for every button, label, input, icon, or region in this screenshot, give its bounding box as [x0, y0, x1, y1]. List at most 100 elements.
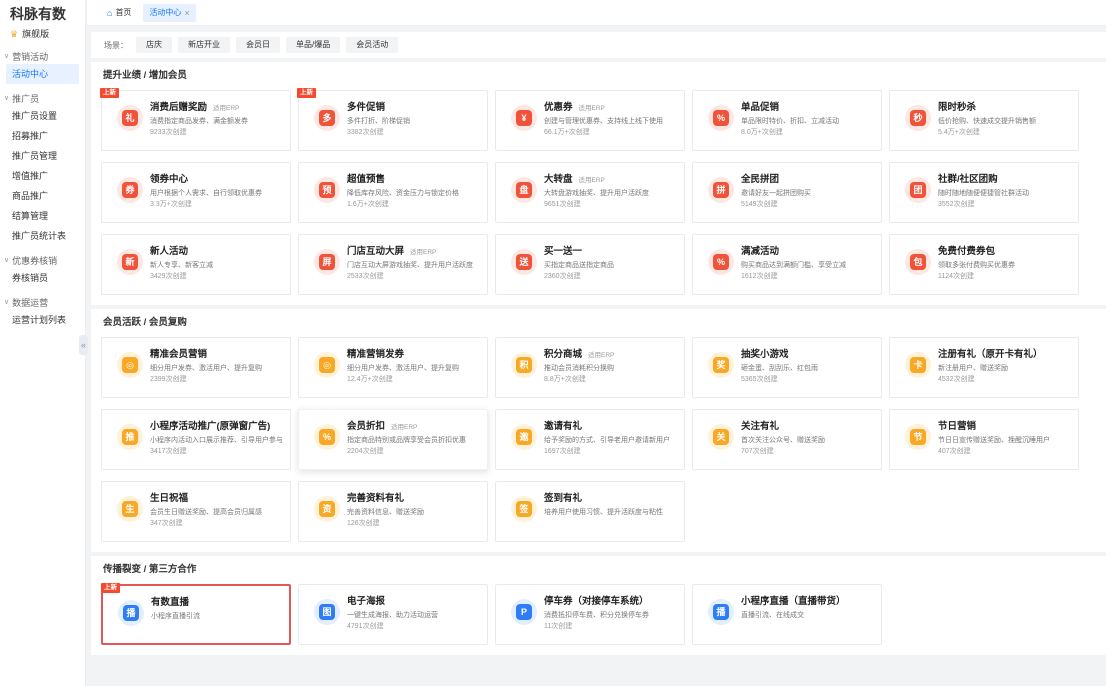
card-count: 5.4万+次创建	[938, 129, 980, 136]
activity-card[interactable]: 屏门店互动大屏 适用ERP 门店互动大屏游戏抽奖、提升用户活跃度 2533次创建	[298, 234, 488, 295]
scene-chip[interactable]: 单品/爆品	[286, 37, 341, 53]
chevron-down-icon: ∨	[4, 257, 10, 264]
activity-card[interactable]: 团社群/社区团购 随时随地随便便捷管社群活动 3552次创建	[889, 162, 1079, 223]
card-description: 消费抵扣停车费、积分兑换停车券	[544, 612, 649, 619]
activity-card[interactable]: 生生日祝福 会员生日赠送奖励、提高会员归属感 347次创建	[101, 481, 291, 542]
card-title: 门店互动大屏	[347, 246, 405, 257]
activity-card[interactable]: 盘大转盘 适用ERP 大转盘游戏抽奖、提升用户活跃度 9651次创建	[495, 162, 685, 223]
sidebar-item[interactable]: 券核销员	[0, 268, 85, 288]
activity-card[interactable]: ◎ 精准会员营销 细分用户发券、激活用户、提升复购 2399次创建	[101, 337, 291, 398]
card-description: 推动会员消耗积分换购	[544, 365, 614, 372]
activity-card[interactable]: 拼全民拼团 邀请好友一起拼团购买 5149次创建	[692, 162, 882, 223]
tab-home[interactable]: ⌂ 首页	[101, 4, 137, 22]
activity-card[interactable]: P 停车券（对接停车系统） 消费抵扣停车费、积分兑换停车券 11次创建	[495, 584, 685, 645]
wheel-icon: 盘	[511, 177, 537, 203]
activity-card[interactable]: 送买一送一 买指定商品送指定商品 2360次创建	[495, 234, 685, 295]
card-count: 9233次创建	[150, 129, 187, 136]
card-description: 新注册用户、赠送奖励	[938, 365, 1008, 372]
activity-card[interactable]: 包免费付费券包 领取多张付费购买优惠券 1124次创建	[889, 234, 1079, 295]
card-title: 单品促销	[741, 102, 780, 113]
activity-card[interactable]: 关关注有礼 首次关注公众号、赠送奖励 707次创建	[692, 409, 882, 470]
activity-card[interactable]: 图电子海报 一键生成海报、助力活动运营 4791次创建	[298, 584, 488, 645]
activity-card[interactable]: 资完善资料有礼 完善资料信息、赠送奖励 126次创建	[298, 481, 488, 542]
percent-icon: %	[708, 105, 734, 131]
tab-bar: ⌂ 首页 活动中心 ×	[87, 0, 1106, 26]
card-title: 多件促销	[347, 102, 386, 113]
card-title: 节日营销	[938, 421, 977, 432]
activity-card[interactable]: 券领券中心 用户根据个人需求、自行领取优惠券 3.3万+次创建	[101, 162, 291, 223]
card-count: 2360次创建	[544, 273, 581, 280]
scene-chip[interactable]: 会员活动	[346, 37, 399, 53]
scene-chip[interactable]: 新店开业	[178, 37, 230, 53]
activity-card[interactable]: 奖抽奖小游戏 砸金蛋、刮刮乐、红包雨 5365次创建	[692, 337, 882, 398]
activity-card[interactable]: ◎ 精准营销发券 细分用户发券、激活用户、提升复购 12.4万+次创建	[298, 337, 488, 398]
new-badge: 上新	[297, 88, 316, 98]
activity-card[interactable]: 新新人活动 新人专享、新客立减 3429次创建	[101, 234, 291, 295]
card-count: 8.8万+次创建	[544, 376, 586, 383]
activity-card[interactable]: 签签到有礼 培养用户使用习惯、提升活跃度与粘性	[495, 481, 685, 542]
cake-icon: 生	[117, 496, 143, 522]
sidebar-item[interactable]: 推广员管理	[0, 146, 85, 166]
card-title: 限时秒杀	[938, 102, 977, 113]
sidebar-group-header[interactable]: ∨ 营销活动	[0, 50, 85, 64]
activity-card[interactable]: 积积分商城 适用ERP 推动会员消耗积分换购 8.8万+次创建	[495, 337, 685, 398]
target-icon: ◎	[314, 352, 340, 378]
activity-card[interactable]: ¥ 优惠券 适用ERP 创建与管理优惠券、支持线上线下使用 66.1万+次创建	[495, 90, 685, 151]
scene-chip[interactable]: 会员日	[236, 37, 280, 53]
activity-card[interactable]: 上新多多件促销 多件打折、阶梯促销 3382次创建	[297, 88, 488, 151]
card-count: 12.4万+次创建	[347, 376, 393, 383]
sidebar-item[interactable]: 结算管理	[0, 206, 85, 226]
poster-icon: 图	[314, 599, 340, 625]
crown-icon: ♛	[10, 29, 19, 39]
close-icon[interactable]: ×	[184, 8, 189, 18]
sidebar-item[interactable]: 商品推广	[0, 186, 85, 206]
activity-card[interactable]: % 会员折扣 适用ERP 指定商品特别或品牌享受会员折扣优惠 2204次创建	[298, 409, 488, 470]
card-description: 指定商品特别或品牌享受会员折扣优惠	[347, 437, 466, 444]
activity-card[interactable]: 上新播有数直播 小程序直播引流	[101, 583, 291, 645]
collapse-sidebar-button[interactable]: «	[79, 335, 88, 355]
bag-icon: 多	[314, 105, 340, 131]
card-count: 3417次创建	[150, 448, 187, 455]
card-title: 注册有礼（原开卡有礼）	[938, 349, 1043, 360]
activity-section: 会员活跃 / 会员复购 ◎ 精准会员营销 细分用户发券、激活用户、提升复购 2399次创…	[91, 309, 1106, 552]
activity-card[interactable]: 播小程序直播（直播带货） 直播引流、在线成交	[692, 584, 882, 645]
card-count: 4791次创建	[347, 623, 384, 630]
activity-card[interactable]: % 满减活动 购买商品达到满额门槛、享受立减 1612次创建	[692, 234, 882, 295]
sidebar: 科脉有数 ♛ 旗舰版 ∨ 营销活动 活动中心 ∨ 推广员 推广员设置 招募推广 推广员管理 增值推…	[0, 0, 88, 686]
live-cart-icon: 播	[118, 600, 144, 626]
calendar-icon: 节	[905, 424, 931, 450]
card-description: 培养用户使用习惯、提升活跃度与粘性	[544, 509, 663, 516]
sidebar-group-header[interactable]: ∨ 数据运营	[0, 296, 85, 310]
activity-card[interactable]: 节节日营销 节日日宣传赠送奖励、挽醒沉睡用户 407次创建	[889, 409, 1079, 470]
activity-card[interactable]: % 单品促销 单品限时特价、折扣、立减活动 8.0万+次创建	[692, 90, 882, 151]
scene-chip[interactable]: 店庆	[136, 37, 172, 53]
card-description: 会员生日赠送奖励、提高会员归属感	[150, 509, 262, 516]
card-description: 给予奖励的方式、引导老用户邀请新用户	[544, 437, 670, 444]
card-count: 66.1万+次创建	[544, 129, 590, 136]
lottery-icon: 奖	[708, 352, 734, 378]
card-description: 细分用户发券、激活用户、提升复购	[150, 365, 262, 372]
sidebar-group-header[interactable]: ∨ 推广员	[0, 92, 85, 106]
activity-card[interactable]: 推小程序活动推广(原弹窗广告) 小程序内活动入口展示推荐、引导用户参与 3417次创…	[101, 409, 291, 470]
sidebar-group-header[interactable]: ∨ 优惠券核销	[0, 254, 85, 268]
sidebar-item[interactable]: 招募推广	[0, 126, 85, 146]
activity-card[interactable]: 卡注册有礼（原开卡有礼） 新注册用户、赠送奖励 4532次创建	[889, 337, 1079, 398]
sidebar-item[interactable]: 运营计划列表	[0, 310, 85, 330]
sidebar-item[interactable]: 增值推广	[0, 166, 85, 186]
miniapp-icon: 推	[117, 424, 143, 450]
checkin-icon: 签	[511, 496, 537, 522]
activity-card[interactable]: 预超值预售 降低库存风险、资金压力与锁定价格 1.6万+次创建	[298, 162, 488, 223]
card-count: 1.6万+次创建	[347, 201, 389, 208]
sidebar-item[interactable]: 推广员设置	[0, 106, 85, 126]
activity-card[interactable]: 上新礼消费后赠奖励 适用ERP 消费指定商品发券、满金额发券 9233次创建	[100, 88, 291, 151]
sidebar-item[interactable]: 推广员统计表	[0, 226, 85, 246]
card-count: 5365次创建	[741, 376, 778, 383]
card-count: 2399次创建	[150, 376, 187, 383]
tab-activity-center[interactable]: 活动中心 ×	[143, 3, 196, 22]
sidebar-item[interactable]: 活动中心	[6, 64, 79, 84]
activity-card[interactable]: 邀邀请有礼 给予奖励的方式、引导老用户邀请新用户 1697次创建	[495, 409, 685, 470]
erp-tag: 适用ERP	[213, 105, 240, 112]
ticket-center-icon: 券	[117, 177, 143, 203]
erp-tag: 适用ERP	[391, 424, 418, 431]
activity-card[interactable]: 秒限时秒杀 低价抢购、快速成交提升销售额 5.4万+次创建	[889, 90, 1079, 151]
